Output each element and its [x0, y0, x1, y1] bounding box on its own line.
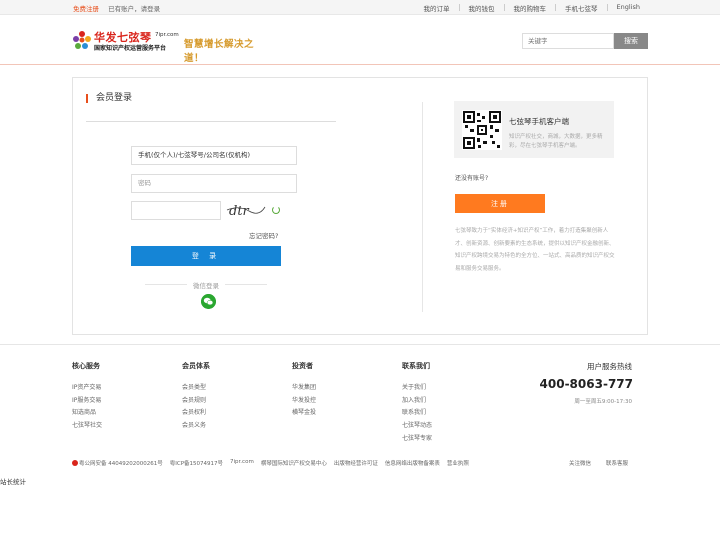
domain-link[interactable]: 7ipr.com	[230, 459, 254, 467]
english-link[interactable]: English	[617, 3, 640, 13]
captcha-text: dtr	[229, 204, 250, 219]
publication-license-link[interactable]: 出版物经营许可证	[334, 459, 378, 467]
my-orders-link[interactable]: 我的订单	[424, 3, 450, 13]
my-wallet-link[interactable]: 我的钱包	[469, 3, 495, 13]
footer-link[interactable]: 七弦琴社交	[72, 420, 102, 433]
site-header: 华发七弦琴 7ipr.com 国家知识产权运营服务平台 智慧增长解决之道！ 搜索	[0, 15, 720, 65]
qr-code-icon	[462, 110, 502, 150]
hotline-number: 400-8063-777	[539, 377, 633, 391]
register-button[interactable]: 注册	[455, 194, 545, 213]
wechat-login-label: 微信登录	[131, 280, 281, 290]
top-bar: 免费注册 已有账户，请登录 我的订单 我的钱包 我的购物车 手机七弦琴 Engl…	[0, 0, 720, 15]
footer-column-title: 核心服务	[72, 362, 100, 370]
forgot-password-link[interactable]: 忘记密码?	[249, 230, 278, 240]
no-account-text: 还没有账号?	[455, 175, 489, 182]
business-license-link[interactable]: 营业执照	[447, 459, 469, 467]
search-bar: 搜索	[522, 33, 648, 49]
exchange-center-link[interactable]: 横琴国际知识产权交易中心	[261, 459, 327, 467]
captcha-input[interactable]	[131, 201, 221, 220]
site-stats-link[interactable]: 站长统计	[0, 476, 26, 486]
divider	[458, 4, 460, 11]
footer-link[interactable]: 加入我们	[402, 395, 432, 408]
footer-divider	[0, 344, 720, 345]
app-download-box: 七弦琴手机客户端 知识产权社交，商城，大数据，更多精彩，尽在七弦琴手机客户端。	[454, 101, 614, 158]
footer-link[interactable]: 七弦琴专家	[402, 433, 432, 446]
free-register-link[interactable]: 免费注册	[73, 5, 99, 13]
icp-record-link[interactable]: 粤ICP备15074917号	[170, 459, 223, 467]
platform-intro: 七弦琴致力于“实体经济+知识产权”工作，着力打造集聚创新人才、创新资源、创新要素…	[455, 228, 615, 272]
logo-domain: 7ipr.com	[155, 32, 179, 38]
slogan: 智慧增长解决之道！	[184, 39, 255, 64]
footer-column-title: 会员体系	[182, 362, 210, 370]
panel-divider	[422, 102, 423, 312]
refresh-captcha-icon[interactable]	[272, 206, 280, 214]
divider	[606, 4, 608, 11]
app-description: 知识产权社交，商城，大数据，更多精彩，尽在七弦琴手机客户端。	[509, 134, 603, 149]
footer-link[interactable]: IP资产交易	[72, 382, 102, 395]
footer-link[interactable]: 横琴金投	[292, 407, 316, 420]
hotline-hours: 周一至周五9:00-17:30	[574, 399, 632, 405]
footer-column-membership: 会员体系 会员类型 会员规则 会员权利 会员义务	[182, 361, 210, 433]
footer-link[interactable]: IP服务交易	[72, 395, 102, 408]
logo-mark-icon	[73, 31, 91, 49]
password-field[interactable]: 密码	[131, 174, 297, 193]
follow-wechat-link[interactable]: 关注微信	[569, 459, 591, 467]
police-record-link[interactable]: 粤公网安备 44049202000261号	[72, 459, 163, 467]
top-bar-links: 我的订单 我的钱包 我的购物车 手机七弦琴 English	[424, 3, 640, 13]
footer-link[interactable]: 会员权利	[182, 407, 210, 420]
search-input[interactable]	[522, 33, 614, 49]
title-divider	[86, 121, 336, 122]
top-bar-left: 免费注册 已有账户，请登录	[73, 3, 160, 13]
footer-link[interactable]: 华发集团	[292, 382, 316, 395]
hotline-title: 用户服务热线	[587, 362, 632, 371]
footer-column-contact: 联系我们 关于我们 加入我们 联系我们 七弦琴动态 七弦琴专家	[402, 361, 432, 446]
captcha-image[interactable]: dtr	[225, 201, 267, 219]
footer-contact-links: 关注微信 联系客服	[569, 459, 628, 467]
page-title: 会员登录	[86, 94, 132, 103]
footer-link[interactable]: 七弦琴动态	[402, 420, 432, 433]
divider	[503, 4, 505, 11]
username-field[interactable]: 手机(仅个人)/七弦琴号/公司名(仅机构)	[131, 146, 297, 165]
footer-link[interactable]: 会员义务	[182, 420, 210, 433]
contact-support-link[interactable]: 联系客服	[606, 459, 628, 467]
mobile-app-link[interactable]: 手机七弦琴	[565, 3, 598, 13]
footer-link[interactable]: 知选商品	[72, 407, 102, 420]
police-badge-icon	[72, 460, 78, 466]
footer-link[interactable]: 会员类型	[182, 382, 210, 395]
divider	[555, 4, 557, 11]
footer-link[interactable]: 关于我们	[402, 382, 432, 395]
logo-subtitle: 国家知识产权运营服务平台	[94, 45, 167, 52]
online-publication-record-link[interactable]: 信息网络出版物备案表	[385, 459, 440, 467]
login-panel: 会员登录 手机(仅个人)/七弦琴号/公司名(仅机构) 密码 dtr 忘记密码? …	[72, 77, 648, 335]
login-hint-link[interactable]: 已有账户，请登录	[108, 5, 160, 13]
footer-column-title: 联系我们	[402, 362, 430, 370]
footer-column-title: 投资者	[292, 362, 313, 370]
site-logo[interactable]: 华发七弦琴 7ipr.com 国家知识产权运营服务平台 智慧增长解决之道！	[72, 29, 272, 64]
footer-column-investors: 投资者 华发集团 华发投控 横琴金投	[292, 361, 316, 420]
my-cart-link[interactable]: 我的购物车	[514, 3, 547, 13]
footer-link[interactable]: 会员规则	[182, 395, 210, 408]
footer-link[interactable]: 联系我们	[402, 407, 432, 420]
footer-column-core-services: 核心服务 IP资产交易 IP服务交易 知选商品 七弦琴社交	[72, 361, 102, 433]
app-title: 七弦琴手机客户端	[509, 117, 569, 126]
footer-link[interactable]: 华发投控	[292, 395, 316, 408]
login-button[interactable]: 登 录	[131, 246, 281, 266]
footer-legal-links: 粤公网安备 44049202000261号 粤ICP备15074917号 7ip…	[72, 459, 632, 467]
search-button[interactable]: 搜索	[614, 33, 648, 49]
wechat-icon[interactable]	[201, 294, 216, 309]
